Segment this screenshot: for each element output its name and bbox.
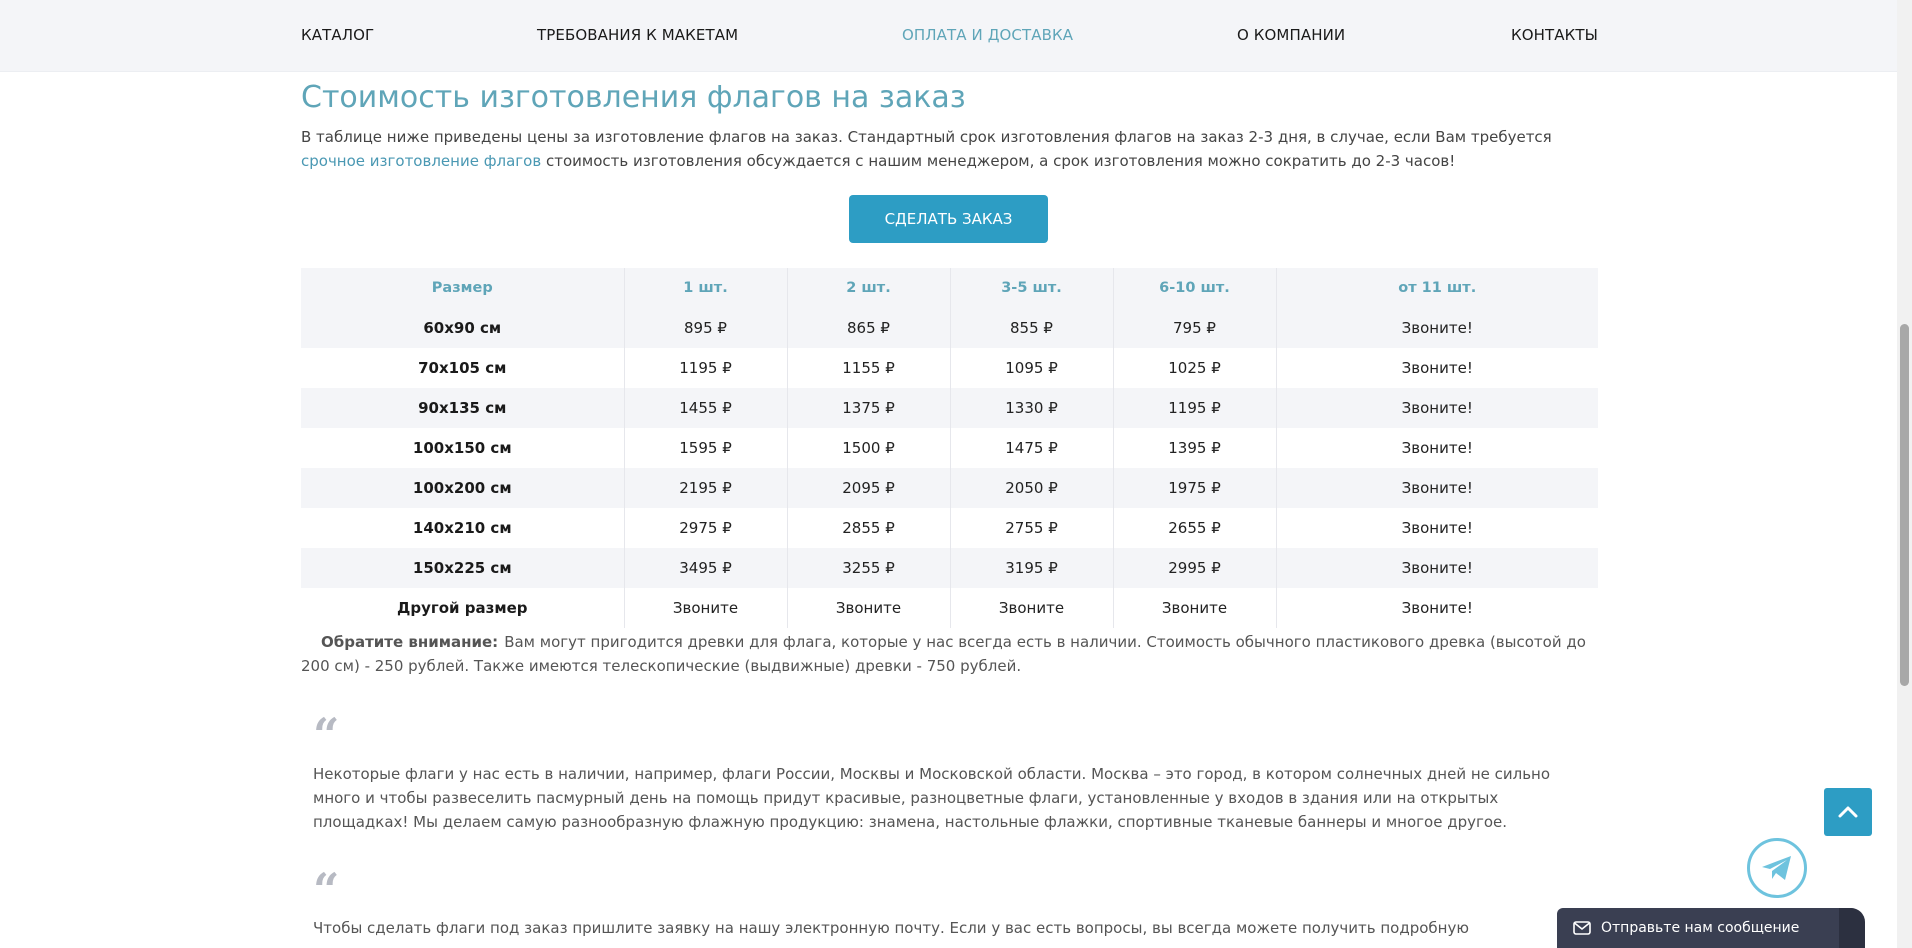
price-cell: 3255 ₽: [787, 548, 951, 588]
table-row: 150х225 см 3495 ₽3255 ₽3195 ₽2995 ₽ Звонит…: [301, 548, 1598, 588]
quote-icon: “: [313, 708, 340, 762]
intro-text-before: В таблице ниже приведены цены за изготов…: [301, 128, 1552, 146]
price-cell: 2655 ₽: [1113, 508, 1277, 548]
quote-icon: “: [313, 863, 340, 917]
table-row: 100х150 см 1595 ₽1500 ₽1475 ₽1395 ₽ Звонит…: [301, 428, 1598, 468]
price-cell: 1975 ₽: [1113, 468, 1277, 508]
nav-item-payment-delivery[interactable]: ОПЛАТА И ДОСТАВКА: [902, 26, 1073, 44]
intro-paragraph: В таблице ниже приведены цены за изготов…: [301, 125, 1601, 173]
size-cell: 100х200 см: [301, 468, 625, 508]
price-cell: Звоните!: [1401, 519, 1473, 537]
telegram-button[interactable]: [1747, 838, 1807, 898]
price-cell: Звоните: [950, 588, 1114, 628]
size-cell: 100х150 см: [301, 428, 625, 468]
price-cell: 2755 ₽: [950, 508, 1114, 548]
scroll-to-top-button[interactable]: [1824, 788, 1872, 836]
table-row: 140х210 см 2975 ₽2855 ₽2755 ₽2655 ₽ Звонит…: [301, 508, 1598, 548]
price-table-body: 60х90 см 895 ₽865 ₽855 ₽795 ₽ Звоните! 70х1…: [301, 308, 1598, 628]
price-cell: 1595 ₽: [624, 428, 788, 468]
nav-item-about-company[interactable]: О КОМПАНИИ: [1237, 26, 1345, 44]
size-cell: Другой размер: [301, 588, 625, 628]
price-cell: Звоните!: [1401, 359, 1473, 377]
price-cell: 2855 ₽: [787, 508, 951, 548]
column-header: от 11 шт.: [1398, 280, 1477, 296]
table-row: 100х200 см 2195 ₽2095 ₽2050 ₽1975 ₽ Звонит…: [301, 468, 1598, 508]
telegram-icon: [1762, 856, 1791, 880]
make-order-button[interactable]: СДЕЛАТЬ ЗАКАЗ: [849, 195, 1048, 243]
price-cell: 795 ₽: [1113, 308, 1277, 348]
table-row: Другой размер Звоните Звоните Звоните Звонит…: [301, 588, 1598, 628]
price-cell: Звоните: [787, 588, 951, 628]
table-header-row: Размер 1 шт. 2 шт. 3-5 шт. 6-10 шт. от 1…: [301, 268, 1598, 308]
page-title: Стоимость изготовления флагов на заказ: [301, 80, 966, 115]
size-cell: 70х105 см: [301, 348, 625, 388]
top-navigation: КАТАЛОГ ТРЕБОВАНИЯ К МАКЕТАМ ОПЛАТА И ДО…: [0, 0, 1897, 72]
price-cell: 3495 ₽: [624, 548, 788, 588]
column-header: 2 шт.: [787, 268, 951, 308]
price-cell: Звоните!: [1401, 439, 1473, 457]
price-cell: Звоните: [1113, 588, 1277, 628]
price-cell: 1330 ₽: [950, 388, 1114, 428]
nav-item-contacts[interactable]: КОНТАКТЫ: [1511, 26, 1598, 44]
price-cell: Звоните!: [1401, 399, 1473, 417]
nav-item-layout-requirements[interactable]: ТРЕБОВАНИЯ К МАКЕТАМ: [537, 26, 738, 44]
price-cell: 2195 ₽: [624, 468, 788, 508]
price-cell: 1155 ₽: [787, 348, 951, 388]
note-paragraph: Обратите внимание: Вам могут пригодится д…: [301, 630, 1598, 678]
price-cell: 2975 ₽: [624, 508, 788, 548]
mail-icon: [1573, 921, 1591, 935]
price-cell: 1395 ₽: [1113, 428, 1277, 468]
price-cell: Звоните!: [1401, 479, 1473, 497]
price-cell: 2095 ₽: [787, 468, 951, 508]
column-header: 1 шт.: [624, 268, 788, 308]
price-cell: 1025 ₽: [1113, 348, 1277, 388]
price-cell: 1195 ₽: [624, 348, 788, 388]
price-cell: 1455 ₽: [624, 388, 788, 428]
price-cell: 1095 ₽: [950, 348, 1114, 388]
size-cell: 60х90 см: [301, 308, 625, 348]
chevron-up-icon: [1838, 806, 1858, 818]
urgent-flags-link[interactable]: срочное изготовление флагов: [301, 152, 541, 170]
price-cell: 1475 ₽: [950, 428, 1114, 468]
nav-item-catalog[interactable]: КАТАЛОГ: [301, 26, 374, 44]
price-cell: Звоните: [624, 588, 788, 628]
intro-text-after: стоимость изготовления обсуждается с наш…: [541, 152, 1456, 170]
size-cell: 140х210 см: [301, 508, 625, 548]
price-cell: 1375 ₽: [787, 388, 951, 428]
price-cell: 895 ₽: [624, 308, 788, 348]
column-header: 6-10 шт.: [1113, 268, 1277, 308]
table-row: 90х135 см 1455 ₽1375 ₽1330 ₽1195 ₽ Звоните…: [301, 388, 1598, 428]
price-cell: 3195 ₽: [950, 548, 1114, 588]
size-cell: 90х135 см: [301, 388, 625, 428]
price-cell: Звоните!: [1401, 599, 1473, 617]
price-cell: 2995 ₽: [1113, 548, 1277, 588]
note-label: Обратите внимание:: [321, 633, 499, 651]
price-cell: 865 ₽: [787, 308, 951, 348]
price-cell: Звоните!: [1401, 559, 1473, 577]
quote-paragraph: Некоторые флаги у нас есть в наличии, на…: [313, 765, 1551, 831]
page-scrollbar[interactable]: [1897, 0, 1912, 948]
price-cell: 2050 ₽: [950, 468, 1114, 508]
table-row: 70х105 см 1195 ₽1155 ₽1095 ₽1025 ₽ Звоните…: [301, 348, 1598, 388]
price-cell: Звоните!: [1401, 319, 1473, 337]
column-header: Размер: [301, 268, 625, 308]
price-cell: 855 ₽: [950, 308, 1114, 348]
table-row: 60х90 см 895 ₽865 ₽855 ₽795 ₽ Звоните!: [301, 308, 1598, 348]
price-table: Размер 1 шт. 2 шт. 3-5 шт. 6-10 шт. от 1…: [301, 268, 1598, 628]
quote-paragraph: Чтобы сделать флаги под заказ пришлите з…: [313, 919, 1469, 948]
chat-widget-bar[interactable]: Отправьте нам сообщение: [1557, 908, 1865, 948]
size-cell: 150х225 см: [301, 548, 625, 588]
chat-corner-decoration: [1839, 908, 1865, 948]
price-cell: 1195 ₽: [1113, 388, 1277, 428]
price-cell: 1500 ₽: [787, 428, 951, 468]
chat-label: Отправьте нам сообщение: [1601, 920, 1800, 936]
column-header: 3-5 шт.: [950, 268, 1114, 308]
scrollbar-thumb[interactable]: [1900, 324, 1909, 686]
